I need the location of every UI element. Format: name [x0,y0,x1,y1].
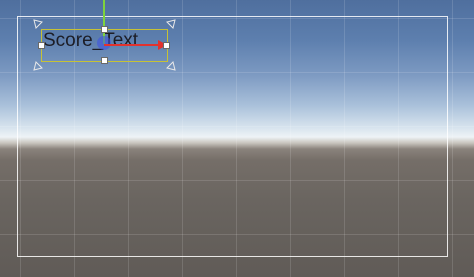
scene-view[interactable]: Score_Text [0,0,474,277]
pivot-icon[interactable] [97,36,111,50]
resize-handle-top-center[interactable] [101,26,108,33]
resize-handle-middle-left[interactable] [38,42,45,49]
anchor-icon[interactable] [166,19,176,29]
resize-handle-bottom-center[interactable] [101,57,108,64]
anchor-icon[interactable] [33,19,43,29]
anchor-icon[interactable] [166,61,176,71]
anchor-icon[interactable] [33,61,43,71]
score-text-label[interactable]: Score_Text [43,29,138,53]
resize-handle-middle-right[interactable] [163,42,170,49]
x-axis-arrow-icon[interactable] [104,44,162,46]
